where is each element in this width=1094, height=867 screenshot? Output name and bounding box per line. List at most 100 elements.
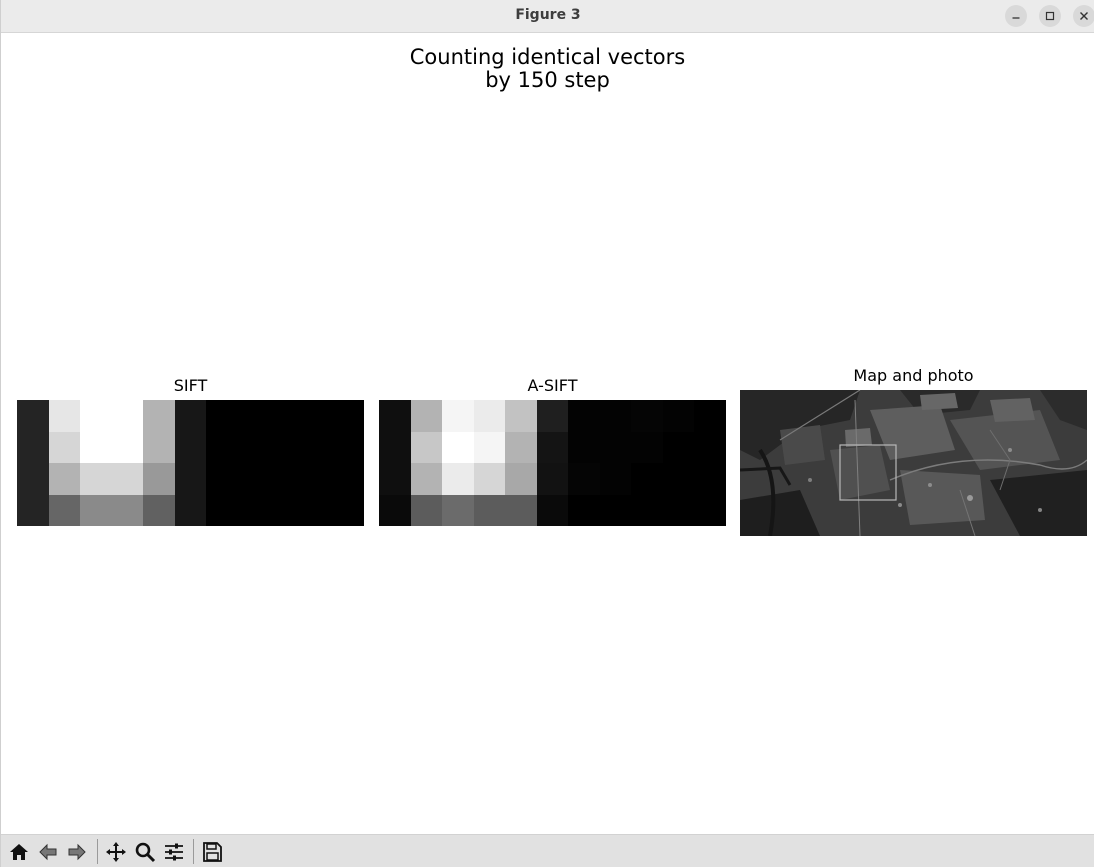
heatmap-cell <box>332 431 364 463</box>
heatmap-cell <box>269 463 301 495</box>
heatmap-cell <box>473 400 506 432</box>
heatmap-cell <box>174 400 207 432</box>
heatmap-cell <box>332 463 364 495</box>
window-title: Figure 3 <box>515 7 581 23</box>
pan-icon <box>106 842 126 862</box>
heatmap-cell <box>410 431 443 463</box>
heatmap-cell <box>17 431 49 463</box>
heatmap-cell <box>473 431 506 463</box>
map-axes-title: Map and photo <box>853 366 974 385</box>
home-icon <box>10 844 28 860</box>
heatmap-cell <box>599 463 632 495</box>
toolbar-separator <box>97 839 98 864</box>
heatmap-cell <box>206 494 238 526</box>
forward-icon <box>68 843 86 861</box>
close-button[interactable] <box>1073 5 1094 27</box>
heatmap-cell <box>410 463 443 495</box>
sift-axes-title: SIFT <box>173 376 208 395</box>
heatmap-cell <box>111 494 144 526</box>
heatmap-cell <box>442 400 474 432</box>
heatmap-cell <box>536 463 569 495</box>
suptitle-line-1: Counting identical vectors <box>409 45 686 69</box>
heatmap-cell <box>442 431 474 463</box>
heatmap-cell <box>80 463 112 495</box>
heatmap-cell <box>536 431 569 463</box>
heatmap-cell <box>694 463 726 495</box>
minimize-button[interactable] <box>1005 5 1027 27</box>
heatmap-cell <box>662 494 695 526</box>
heatmap-cell <box>662 431 695 463</box>
heatmap-cell <box>300 463 333 495</box>
sift-heatmap <box>17 400 364 526</box>
figure-window: Figure 3 Counting identical vectors by 1… <box>0 0 1094 867</box>
heatmap-cell <box>631 400 663 432</box>
heatmap-cell <box>111 400 144 432</box>
heatmap-cell <box>599 494 632 526</box>
heatmap-cell <box>505 463 537 495</box>
satellite-map-image <box>740 390 1087 536</box>
heatmap-cell <box>631 463 663 495</box>
heatmap-cell <box>80 431 112 463</box>
heatmap-cell <box>80 494 112 526</box>
heatmap-cell <box>536 400 569 432</box>
heatmap-cell <box>48 431 81 463</box>
heatmap-cell <box>568 400 600 432</box>
suptitle-line-2: by 150 step <box>485 68 610 92</box>
heatmap-cell <box>237 463 270 495</box>
save-icon <box>203 842 222 862</box>
heatmap-cell <box>505 494 537 526</box>
heatmap-cell <box>631 431 663 463</box>
heatmap-cell <box>17 463 49 495</box>
configure-subplots-icon <box>165 843 183 861</box>
zoom-icon <box>135 842 156 863</box>
toolbar-separator <box>193 839 194 864</box>
heatmap-cell <box>111 431 144 463</box>
back-button[interactable] <box>35 839 61 865</box>
heatmap-cell <box>174 494 207 526</box>
maximize-button[interactable] <box>1039 5 1061 27</box>
heatmap-cell <box>300 431 333 463</box>
heatmap-cell <box>17 494 49 526</box>
heatmap-cell <box>379 400 411 432</box>
configure-subplots-button[interactable] <box>161 839 187 865</box>
map-photo-image <box>740 390 1087 536</box>
heatmap-cell <box>694 431 726 463</box>
title-bar[interactable]: Figure 3 <box>1 0 1094 33</box>
heatmap-cell <box>568 431 600 463</box>
heatmap-cell <box>174 463 207 495</box>
figure-suptitle: Counting identical vectors by 150 step <box>1 46 1094 92</box>
heatmap-cell <box>379 431 411 463</box>
navigation-toolbar <box>1 834 1094 867</box>
heatmap-cell <box>174 431 207 463</box>
heatmap-cell <box>599 431 632 463</box>
forward-button[interactable] <box>64 839 90 865</box>
heatmap-cell <box>17 400 49 432</box>
heatmap-cell <box>442 494 474 526</box>
save-button[interactable] <box>199 839 225 865</box>
asift-axes-title: A-SIFT <box>527 376 578 395</box>
maximize-icon <box>1045 11 1055 21</box>
heatmap-cell <box>662 463 695 495</box>
heatmap-cell <box>662 400 695 432</box>
pan-button[interactable] <box>103 839 129 865</box>
heatmap-cell <box>111 463 144 495</box>
heatmap-cell <box>505 400 537 432</box>
heatmap-cell <box>505 431 537 463</box>
zoom-button[interactable] <box>132 839 158 865</box>
heatmap-cell <box>143 463 175 495</box>
heatmap-cell <box>332 400 364 432</box>
heatmap-cell <box>568 494 600 526</box>
heatmap-cell <box>237 494 270 526</box>
home-button[interactable] <box>6 839 32 865</box>
heatmap-cell <box>536 494 569 526</box>
heatmap-cell <box>473 463 506 495</box>
heatmap-cell <box>237 431 270 463</box>
heatmap-cell <box>143 400 175 432</box>
heatmap-cell <box>269 400 301 432</box>
heatmap-cell <box>379 463 411 495</box>
heatmap-cell <box>143 431 175 463</box>
heatmap-cell <box>269 494 301 526</box>
heatmap-cell <box>694 494 726 526</box>
heatmap-cell <box>237 400 270 432</box>
heatmap-cell <box>48 463 81 495</box>
